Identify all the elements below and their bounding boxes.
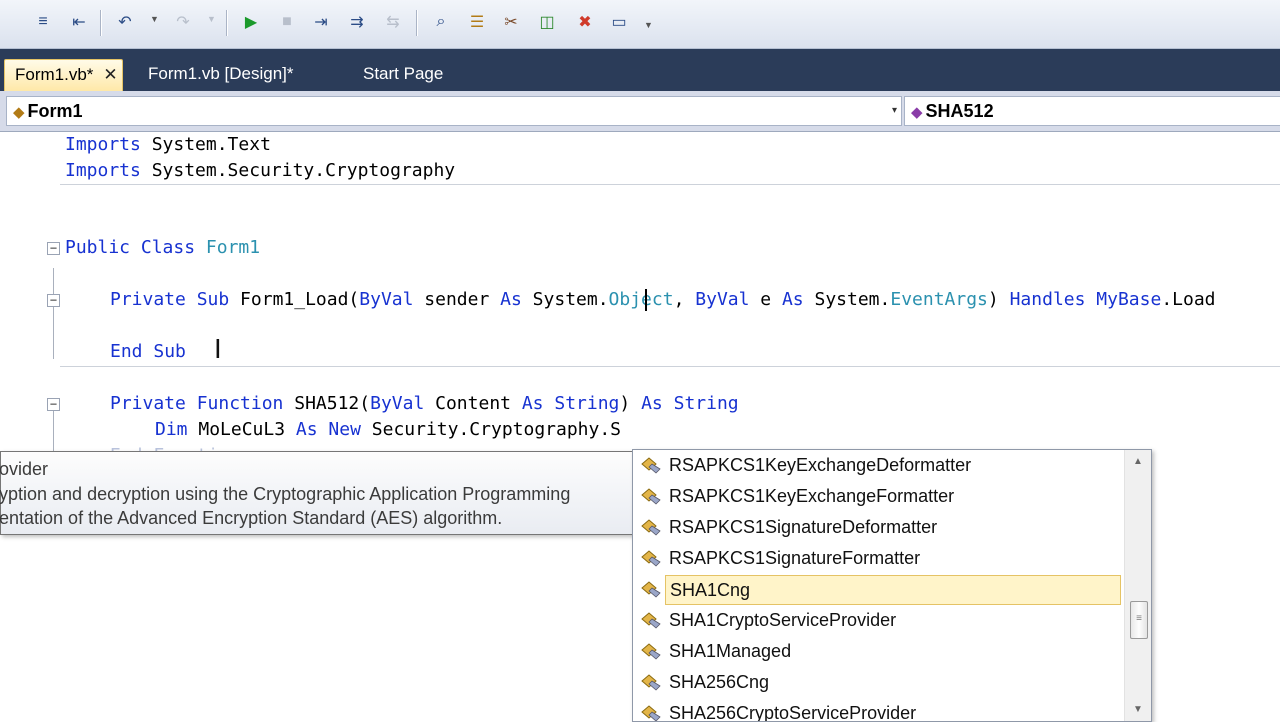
- completion-item-label: RSAPKCS1KeyExchangeDeformatter: [669, 455, 972, 475]
- toolbar-overflow-icon[interactable]: ▼: [644, 20, 653, 30]
- document-tabs: Form1.vb* ✕ Form1.vb [Design]* Start Page: [0, 49, 1280, 92]
- scroll-down-icon[interactable]: ▼: [1125, 704, 1151, 715]
- quickinfo-tooltip: ovider yption and decryption using the C…: [0, 451, 634, 535]
- code-line-function-decl: Private Function SHA512(ByVal Content As…: [110, 393, 739, 414]
- redo-icon: ↷: [176, 14, 190, 31]
- completion-item-label: RSAPKCS1SignatureDeformatter: [669, 517, 938, 537]
- class-dropdown[interactable]: ◆ Form1 ▾: [6, 96, 902, 126]
- completion-item-label: RSAPKCS1SignatureFormatter: [669, 548, 921, 568]
- method-separator: [60, 184, 1280, 185]
- chevron-down-icon[interactable]: ▾: [892, 97, 897, 125]
- toolbar-separator: [100, 10, 101, 36]
- navigation-bar: ◆ Form1 ▾ ◆ SHA512: [0, 91, 1280, 132]
- comment-icon[interactable]: ≡: [32, 10, 54, 34]
- class-icon: [641, 612, 661, 629]
- completion-item[interactable]: SHA256CryptoServiceProvider: [633, 698, 1123, 722]
- class-icon: [641, 519, 661, 536]
- class-icon: [641, 705, 661, 721]
- collapse-class-icon[interactable]: −: [47, 242, 60, 255]
- code-line-imports-crypto: Imports System.Security.Cryptography: [65, 160, 456, 181]
- stop-icon: ■: [282, 13, 292, 30]
- text-caret: [645, 289, 647, 311]
- method-separator: [60, 366, 1280, 367]
- completion-item-label: SHA1Cng: [665, 575, 1121, 605]
- class-icon: [641, 674, 661, 691]
- indicator-margin[interactable]: [0, 132, 36, 720]
- standard-toolbar: ≡ ⇤ ↶ ▼ ↷ ▼ ▶ ■ ⇥ ⇉ ⇆ ⌕ ☰ ✂ ◫ ✖ ▭ ▼: [0, 0, 1280, 49]
- redo-dropdown-icon: ▼: [207, 14, 216, 24]
- tab-label: Start Page: [363, 64, 444, 83]
- completion-item-label: SHA256CryptoServiceProvider: [669, 703, 917, 722]
- collapse-function-icon[interactable]: −: [47, 398, 60, 411]
- ibeam-cursor-icon: I: [214, 335, 222, 365]
- start-debug-icon[interactable]: ▶: [240, 10, 262, 34]
- completion-item[interactable]: RSAPKCS1SignatureDeformatter: [633, 512, 1123, 543]
- undo-dropdown-icon[interactable]: ▼: [150, 14, 159, 24]
- completion-item[interactable]: SHA1CryptoServiceProvider: [633, 605, 1123, 636]
- class-icon: ◆: [13, 104, 25, 121]
- tooltip-line: entation of the Advanced Encryption Stan…: [0, 508, 503, 528]
- tab-start-page[interactable]: Start Page: [363, 59, 443, 91]
- completion-item-label: RSAPKCS1KeyExchangeFormatter: [669, 486, 955, 506]
- completion-item[interactable]: SHA256Cng: [633, 667, 1123, 698]
- collapse-sub-icon[interactable]: −: [47, 294, 60, 307]
- completion-item[interactable]: SHA1Cng: [633, 574, 1123, 605]
- scroll-up-icon[interactable]: ▲: [1125, 456, 1151, 467]
- completion-item-label: SHA256Cng: [669, 672, 770, 692]
- completion-item-label: SHA1Managed: [669, 641, 792, 661]
- member-dropdown[interactable]: ◆ SHA512: [904, 96, 1280, 126]
- tab-label: Form1.vb*: [15, 65, 94, 84]
- tab-label: Form1.vb [Design]*: [148, 64, 294, 83]
- class-icon: [641, 488, 661, 505]
- completion-item[interactable]: SHA1Managed: [633, 636, 1123, 667]
- tab-form1-vb[interactable]: Form1.vb* ✕: [4, 59, 123, 92]
- intellisense-completion-list[interactable]: RSAPKCS1KeyExchangeDeformatter RSAPKCS1Ke…: [632, 449, 1152, 722]
- solution-explorer-icon[interactable]: ◫: [536, 10, 558, 34]
- toolbar-separator: [226, 10, 227, 36]
- scroll-thumb[interactable]: ≡: [1130, 601, 1148, 639]
- uncomment-icon[interactable]: ⇤: [68, 10, 90, 34]
- code-line-imports-text: Imports System.Text: [65, 134, 271, 155]
- step-over-icon[interactable]: ⇉: [346, 10, 368, 34]
- step-into-icon[interactable]: ⇥: [310, 10, 332, 34]
- completion-item[interactable]: RSAPKCS1SignatureFormatter: [633, 543, 1123, 574]
- outline-line: [53, 411, 54, 451]
- tab-form1-design[interactable]: Form1.vb [Design]*: [148, 59, 294, 91]
- close-icon[interactable]: ✕: [103, 65, 117, 84]
- code-line-end-sub: End Sub: [110, 341, 186, 362]
- undo-icon[interactable]: ↶: [114, 10, 136, 34]
- toolbar-separator: [416, 10, 417, 36]
- tooltip-line: yption and decryption using the Cryptogr…: [0, 484, 571, 504]
- class-icon: [641, 457, 661, 474]
- completion-item[interactable]: RSAPKCS1KeyExchangeFormatter: [633, 481, 1123, 512]
- step-out-icon: ⇆: [386, 14, 400, 31]
- find-icon[interactable]: ⌕: [430, 10, 452, 34]
- code-line-dim: Dim MoLeCuL3 As New Security.Cryptograph…: [155, 419, 622, 440]
- completion-scrollbar[interactable]: ▲ ≡ ▼: [1124, 450, 1151, 721]
- code-line-load-sub: Private Sub Form1_Load(ByVal sender As S…: [110, 289, 1216, 310]
- completion-item[interactable]: RSAPKCS1KeyExchangeDeformatter: [633, 450, 1123, 481]
- completion-item-label: SHA1CryptoServiceProvider: [669, 610, 897, 630]
- tooltip-line: ovider: [0, 459, 49, 479]
- method-icon: ◆: [911, 104, 923, 121]
- outline-line: [53, 307, 54, 359]
- class-icon: [641, 550, 661, 567]
- class-dropdown-value: Form1: [27, 101, 83, 121]
- member-dropdown-value: SHA512: [925, 101, 994, 121]
- class-icon: [641, 643, 661, 660]
- code-line-class-decl: Public Class Form1: [65, 237, 261, 258]
- properties-icon[interactable]: ☰: [466, 10, 488, 34]
- object-browser-icon[interactable]: ▭: [608, 10, 630, 34]
- class-icon: [641, 581, 661, 598]
- toolbox-icon[interactable]: ✖: [574, 10, 596, 34]
- tools-icon[interactable]: ✂: [500, 10, 522, 34]
